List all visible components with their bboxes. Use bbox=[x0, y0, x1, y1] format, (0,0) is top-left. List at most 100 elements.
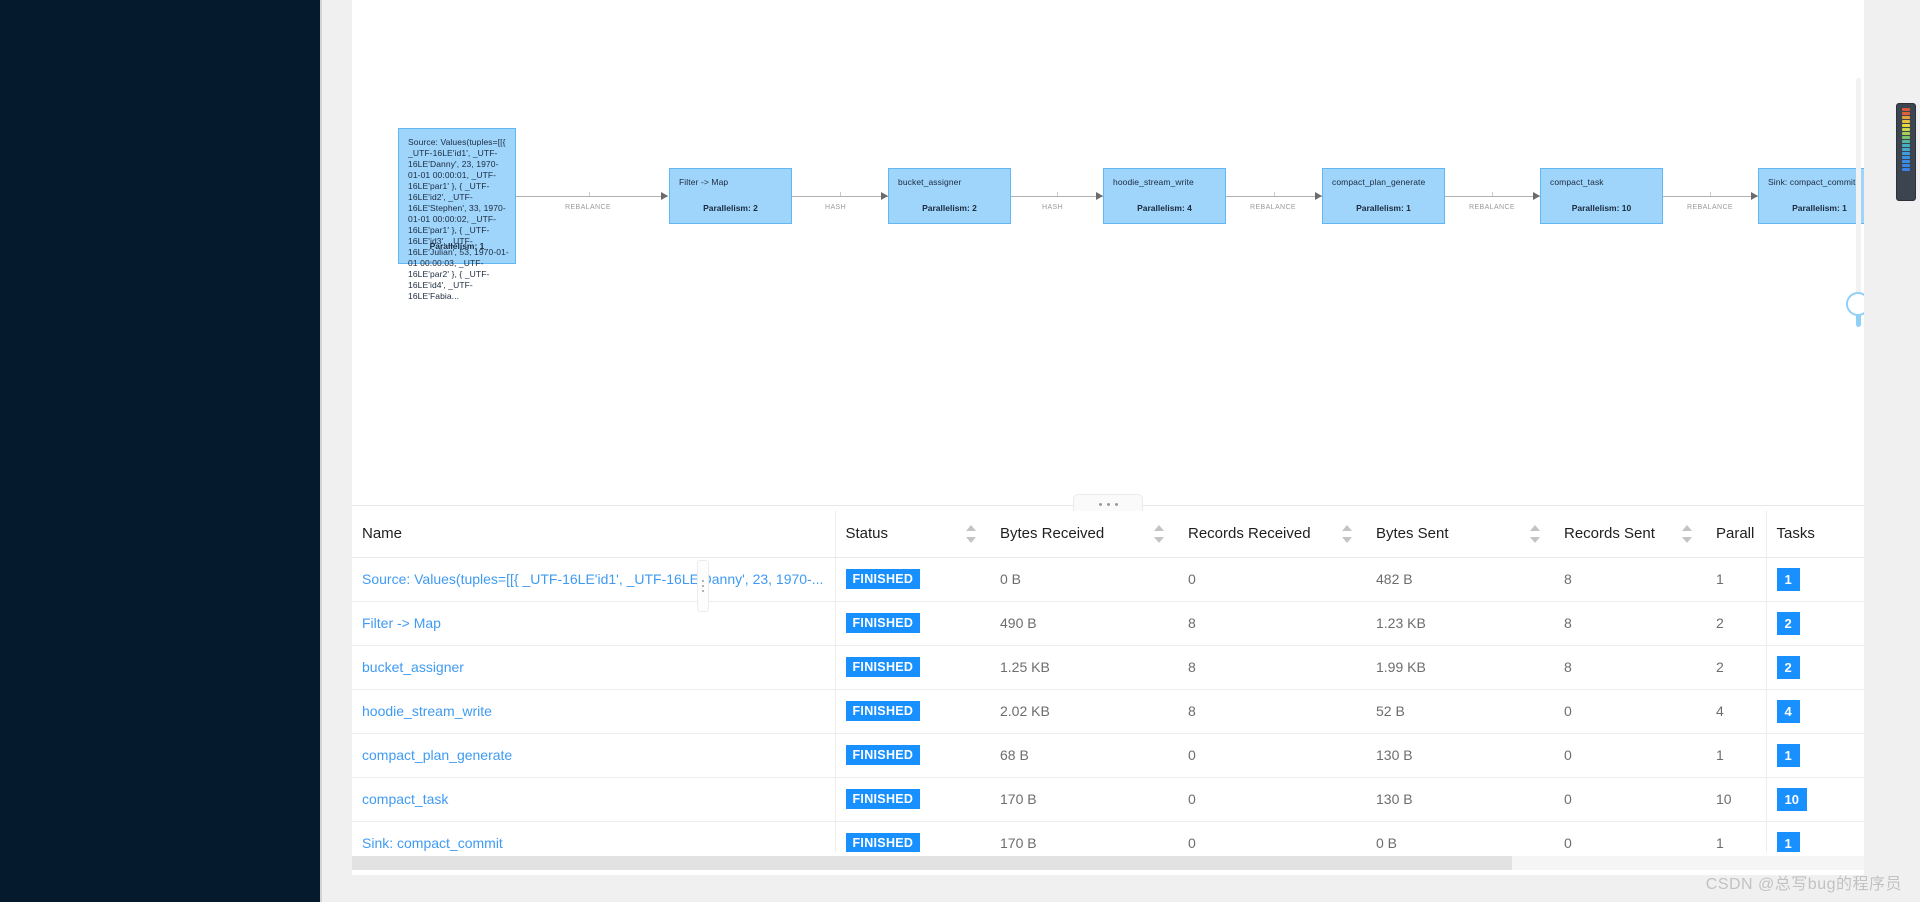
graph-edge-tick bbox=[589, 192, 590, 196]
graph-edge-arrow bbox=[1315, 192, 1322, 200]
table-row[interactable]: Filter -> Map FINISHED 490 B 8 1.23 KB 8… bbox=[352, 601, 1864, 646]
column-header-records-received[interactable]: Records Received bbox=[1178, 511, 1366, 558]
graph-node-label: Filter -> Map bbox=[679, 177, 729, 187]
graph-node-parallelism: Parallelism: 1 bbox=[429, 241, 485, 251]
tasks-badge: 10 bbox=[1776, 787, 1807, 811]
cell-records-received: 8 bbox=[1178, 601, 1366, 646]
cell-bytes-received: 68 B bbox=[990, 733, 1178, 778]
vertex-name-link[interactable]: Sink: compact_commit bbox=[362, 835, 824, 851]
dot-icon bbox=[702, 585, 704, 587]
cell-parallelism: 4 bbox=[1706, 689, 1767, 734]
vertex-name-link[interactable]: hoodie_stream_write bbox=[362, 703, 824, 719]
sort-toggle-icon[interactable] bbox=[1154, 524, 1164, 544]
sort-toggle-icon[interactable] bbox=[1530, 524, 1540, 544]
graph-edge-tick bbox=[1710, 192, 1711, 196]
graph-node-source[interactable]: Source: Values(tuples=[[{ _UTF-16LE'id1'… bbox=[398, 128, 516, 301]
table-row[interactable]: Sink: compact_commit FINISHED 170 B 0 0 … bbox=[352, 821, 1864, 852]
table-horizontal-scrollbar-thumb[interactable] bbox=[352, 856, 1512, 870]
cell-bytes-sent: 52 B bbox=[1366, 689, 1554, 734]
job-vertices-table-container[interactable]: Name Status Bytes Received Records Recei… bbox=[352, 511, 1864, 852]
dot-icon bbox=[702, 590, 704, 592]
cell-bytes-received: 170 B bbox=[990, 777, 1178, 822]
cell-records-received: 0 bbox=[1178, 821, 1366, 852]
status-badge: FINISHED bbox=[845, 788, 921, 810]
cell-status: FINISHED bbox=[835, 821, 990, 852]
sort-toggle-icon[interactable] bbox=[1342, 524, 1352, 544]
cell-tasks: 2 bbox=[1766, 645, 1864, 690]
graph-zoom-slider-handle[interactable] bbox=[1846, 292, 1864, 316]
graph-node-parallelism: Parallelism: 1 bbox=[1792, 203, 1847, 213]
graph-node-filter-map[interactable]: Filter -> Map Parallelism: 2 bbox=[669, 168, 792, 224]
vertex-name-link[interactable]: Filter -> Map bbox=[362, 615, 824, 631]
column-header-name[interactable]: Name bbox=[352, 511, 836, 558]
column-header-parallelism[interactable]: Parall bbox=[1706, 511, 1767, 558]
column-resize-handle[interactable] bbox=[697, 560, 709, 612]
caret-up-icon bbox=[1342, 524, 1352, 531]
tasks-badge: 2 bbox=[1776, 611, 1800, 635]
cell-parallelism: 1 bbox=[1706, 557, 1767, 602]
vertex-name-link[interactable]: bucket_assigner bbox=[362, 659, 824, 675]
minimap-band bbox=[1902, 128, 1910, 131]
caret-up-icon bbox=[1154, 524, 1164, 531]
table-row[interactable]: compact_plan_generate FINISHED 68 B 0 13… bbox=[352, 733, 1864, 778]
graph-node-hoodie-stream-write[interactable]: hoodie_stream_write Parallelism: 4 bbox=[1103, 168, 1226, 224]
cell-name: Source: Values(tuples=[[{ _UTF-16LE'id1'… bbox=[352, 557, 836, 602]
minimap-band bbox=[1902, 148, 1910, 151]
table-row[interactable]: compact_task FINISHED 170 B 0 130 B 0 10… bbox=[352, 777, 1864, 822]
cell-records-received: 0 bbox=[1178, 557, 1366, 602]
cell-records-received: 8 bbox=[1178, 689, 1366, 734]
graph-edge-label: REBALANCE bbox=[565, 204, 612, 211]
column-header-status[interactable]: Status bbox=[835, 511, 990, 558]
cell-tasks: 1 bbox=[1766, 733, 1864, 778]
status-badge: FINISHED bbox=[845, 832, 921, 852]
table-row[interactable]: bucket_assigner FINISHED 1.25 KB 8 1.99 … bbox=[352, 645, 1864, 690]
cell-bytes-sent: 0 B bbox=[1366, 821, 1554, 852]
cell-name: bucket_assigner bbox=[352, 645, 836, 690]
graph-edge-arrow bbox=[881, 192, 888, 200]
minimap-band bbox=[1902, 116, 1910, 119]
vertex-name-link[interactable]: compact_plan_generate bbox=[362, 747, 824, 763]
column-header-bytes-received[interactable]: Bytes Received bbox=[990, 511, 1178, 558]
panel-splitter[interactable] bbox=[352, 494, 1864, 515]
cell-parallelism: 2 bbox=[1706, 645, 1767, 690]
sort-toggle-icon[interactable] bbox=[1682, 524, 1692, 544]
column-header-records-sent[interactable]: Records Sent bbox=[1554, 511, 1706, 558]
cell-bytes-received: 0 B bbox=[990, 557, 1178, 602]
cell-bytes-sent: 130 B bbox=[1366, 733, 1554, 778]
cell-records-sent: 0 bbox=[1554, 733, 1706, 778]
tasks-badge: 1 bbox=[1776, 831, 1800, 852]
cell-bytes-received: 1.25 KB bbox=[990, 645, 1178, 690]
graph-node-compact-task[interactable]: compact_task Parallelism: 10 bbox=[1540, 168, 1663, 224]
minimap-band bbox=[1902, 156, 1910, 159]
graph-node-sink-compact-commit[interactable]: Sink: compact_commit Parallelism: 1 bbox=[1758, 168, 1864, 224]
job-graph-canvas[interactable]: Source: Values(tuples=[[{ _UTF-16LE'id1'… bbox=[352, 0, 1864, 500]
table-row[interactable]: Source: Values(tuples=[[{ _UTF-16LE'id1'… bbox=[352, 557, 1864, 602]
minimap-band bbox=[1902, 140, 1910, 143]
graph-edge-tick bbox=[1274, 192, 1275, 196]
vertex-name-link[interactable]: Source: Values(tuples=[[{ _UTF-16LE'id1'… bbox=[362, 571, 824, 587]
column-header-label: Records Sent bbox=[1564, 525, 1655, 543]
cell-tasks: 1 bbox=[1766, 557, 1864, 602]
cell-parallelism: 1 bbox=[1706, 733, 1767, 778]
graph-node-bucket-assigner[interactable]: bucket_assigner Parallelism: 2 bbox=[888, 168, 1011, 224]
cell-tasks: 1 bbox=[1766, 821, 1864, 852]
column-header-tasks[interactable]: Tasks bbox=[1766, 511, 1864, 558]
status-badge: FINISHED bbox=[845, 612, 921, 634]
graph-edge-line bbox=[1663, 196, 1758, 197]
page-minimap-indicator[interactable] bbox=[1896, 103, 1916, 201]
caret-up-icon bbox=[966, 524, 976, 531]
dot-icon bbox=[702, 580, 704, 582]
cell-records-sent: 0 bbox=[1554, 777, 1706, 822]
sort-toggle-icon[interactable] bbox=[966, 524, 976, 544]
graph-edge-line bbox=[1011, 196, 1103, 197]
graph-edge-arrow bbox=[661, 192, 668, 200]
vertex-name-link[interactable]: compact_task bbox=[362, 791, 824, 807]
cell-tasks: 10 bbox=[1766, 777, 1864, 822]
caret-down-icon bbox=[1682, 536, 1692, 543]
table-row[interactable]: hoodie_stream_write FINISHED 2.02 KB 8 5… bbox=[352, 689, 1864, 734]
graph-edge-label: HASH bbox=[1042, 204, 1064, 211]
column-header-bytes-sent[interactable]: Bytes Sent bbox=[1366, 511, 1554, 558]
graph-node-compact-plan-generate[interactable]: compact_plan_generate Parallelism: 1 bbox=[1322, 168, 1445, 224]
graph-zoom-slider-track[interactable] bbox=[1856, 78, 1861, 313]
status-badge: FINISHED bbox=[845, 656, 921, 678]
